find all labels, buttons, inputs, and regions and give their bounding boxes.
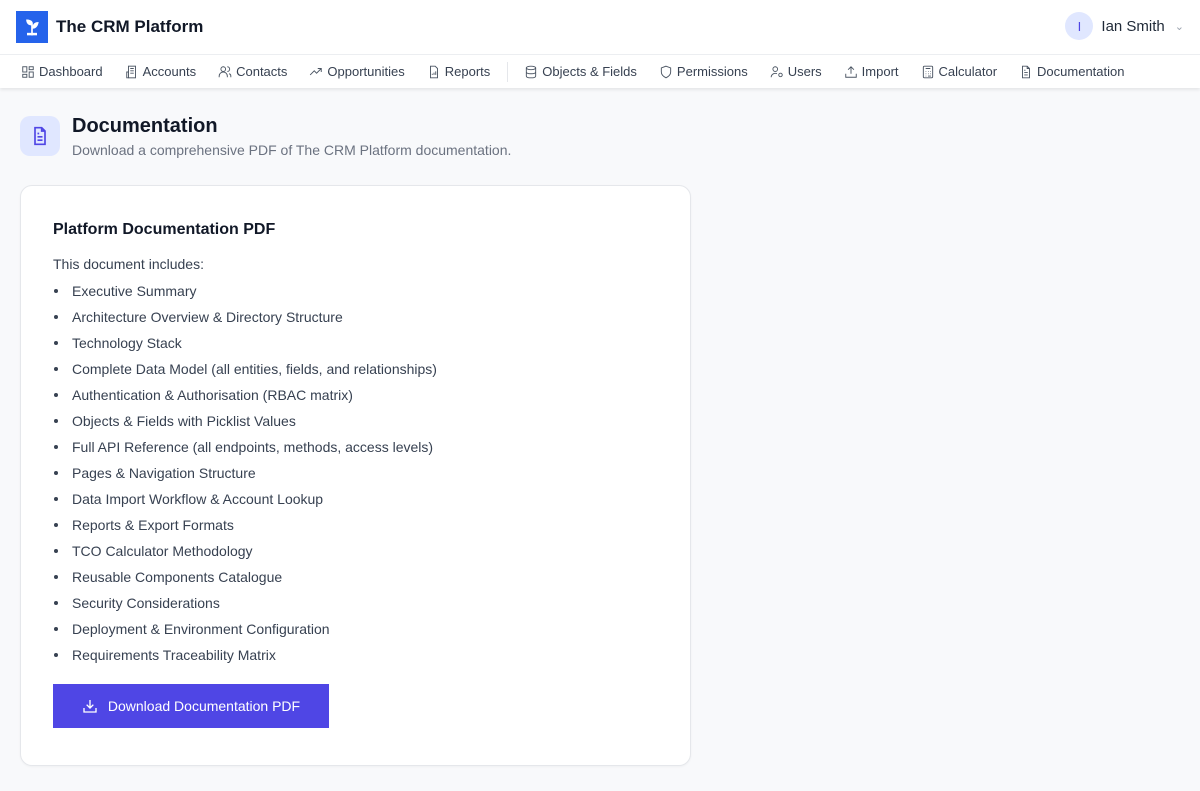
download-pdf-button[interactable]: Download Documentation PDF — [53, 684, 329, 728]
nav-users[interactable]: Users — [770, 64, 822, 79]
nav-label: Calculator — [938, 64, 998, 79]
list-item: Technology Stack — [53, 330, 658, 356]
user-cog-icon — [770, 65, 783, 77]
main-nav: Dashboard Accounts Contacts Opportunitie… — [0, 55, 1200, 88]
list-item: Objects & Fields with Picklist Values — [53, 408, 658, 434]
list-item: Deployment & Environment Configuration — [53, 616, 658, 642]
nav-accounts[interactable]: Accounts — [125, 64, 196, 79]
nav-label: Permissions — [676, 64, 748, 79]
nav-dashboard[interactable]: Dashboard — [21, 64, 103, 79]
user-name: Ian Smith — [1101, 17, 1165, 35]
shield-icon — [660, 65, 672, 78]
chevron-down-icon: ⌄ — [1174, 20, 1184, 33]
calculator-icon — [922, 65, 933, 78]
download-icon — [83, 700, 97, 713]
nav-label: Objects & Fields — [542, 64, 637, 79]
database-icon — [526, 65, 537, 78]
nav-label: Users — [787, 64, 822, 79]
nav-import[interactable]: Import — [844, 64, 899, 79]
nav-divider — [507, 61, 509, 82]
sprout-icon[interactable] — [16, 11, 48, 43]
building-icon — [125, 65, 136, 78]
list-item: Data Import Workflow & Account Lookup — [53, 486, 658, 512]
nav-label: Import — [861, 64, 899, 79]
nav-objects-fields[interactable]: Objects & Fields — [524, 64, 637, 79]
list-item: TCO Calculator Methodology — [53, 538, 658, 564]
nav-opportunities[interactable]: Opportunities — [309, 64, 405, 79]
list-item: Complete Data Model (all entities, field… — [53, 356, 658, 382]
nav-documentation[interactable]: Documentation — [1019, 64, 1125, 79]
nav-label: Accounts — [142, 64, 197, 79]
dashboard-icon — [22, 65, 34, 78]
app-header: The CRM Platform I Ian Smith ⌄ — [0, 0, 1200, 55]
card-title: Platform Documentation PDF — [53, 221, 276, 238]
list-item: Requirements Traceability Matrix — [53, 642, 658, 668]
list-item: Reusable Components Catalogue — [53, 564, 658, 590]
nav-reports[interactable]: Reports — [427, 64, 491, 79]
nav-label: Contacts — [236, 64, 288, 79]
trending-up-icon — [310, 67, 323, 75]
card-intro: This document includes: — [53, 256, 204, 272]
users-icon — [218, 65, 232, 77]
nav-permissions[interactable]: Permissions — [659, 64, 748, 79]
list-item: Reports & Export Formats — [53, 512, 658, 538]
app-title[interactable]: The CRM Platform — [56, 17, 203, 37]
user-menu[interactable]: I Ian Smith ⌄ — [1065, 12, 1184, 40]
avatar: I — [1065, 12, 1094, 40]
nav-calculator[interactable]: Calculator — [921, 64, 998, 79]
page-subtitle: Download a comprehensive PDF of The CRM … — [72, 142, 512, 158]
nav-contacts[interactable]: Contacts — [218, 64, 287, 79]
file-text-icon — [20, 116, 60, 156]
page-title: Documentation — [72, 115, 218, 137]
documentation-card: Platform Documentation PDF This document… — [20, 185, 691, 766]
nav-label: Documentation — [1037, 64, 1125, 79]
contents-list: Executive Summary Architecture Overview &… — [53, 278, 658, 668]
download-button-label: Download Documentation PDF — [107, 698, 301, 714]
list-item: Authentication & Authorisation (RBAC mat… — [53, 382, 658, 408]
list-item: Architecture Overview & Directory Struct… — [53, 304, 658, 330]
nav-label: Opportunities — [327, 64, 405, 79]
nav-label: Dashboard — [39, 64, 103, 79]
list-item: Executive Summary — [53, 278, 658, 304]
list-item: Pages & Navigation Structure — [53, 460, 658, 486]
list-item: Full API Reference (all endpoints, metho… — [53, 434, 658, 460]
page-header: Documentation Download a comprehensive P… — [20, 115, 512, 158]
report-icon — [429, 65, 438, 78]
upload-icon — [844, 65, 857, 78]
file-text-icon — [1022, 65, 1031, 78]
nav-label: Reports — [444, 64, 491, 79]
list-item: Security Considerations — [53, 590, 658, 616]
